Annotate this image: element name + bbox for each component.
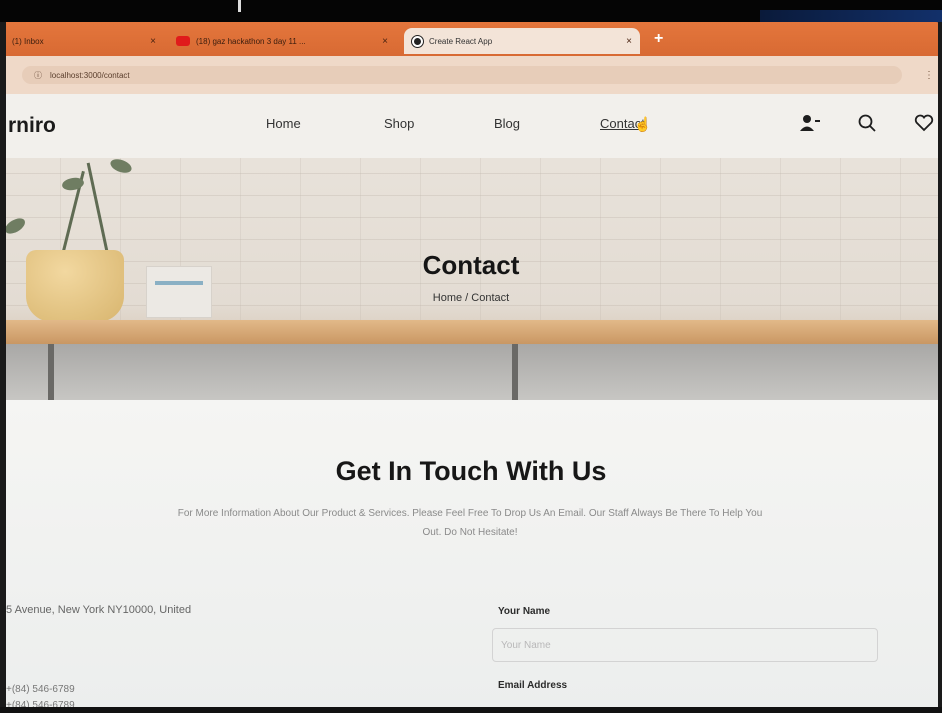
url-field[interactable]: ⓘ localhost:3000/contact — [22, 66, 902, 84]
tab-title: Create React App — [429, 36, 493, 46]
page-title: Contact — [422, 250, 520, 280]
browser-tab-bar: (1) Inbox × (18) gaz hackathon 3 day 11 … — [0, 22, 942, 56]
monitor-bottom-edge — [0, 707, 942, 713]
tab-title: (18) gaz hackathon 3 day 11 ... — [196, 36, 306, 46]
hero-banner: Contact Home / Contact — [0, 158, 942, 400]
monitor-right-edge — [938, 22, 942, 713]
shelf-underside — [0, 344, 942, 400]
browser-tab-react-app[interactable]: Create React App × — [404, 28, 640, 54]
url-text: localhost:3000/contact — [50, 70, 130, 80]
name-label: Your Name — [498, 606, 551, 617]
breadcrumb[interactable]: Home / Contact — [0, 292, 942, 304]
react-icon — [411, 34, 424, 48]
site-navbar: rniro Home Shop Blog Contact ☝ — [0, 94, 942, 158]
extension-icon[interactable]: ⋮ — [924, 70, 934, 81]
close-icon[interactable]: × — [382, 36, 388, 47]
nav-link-shop[interactable]: Shop — [384, 116, 414, 131]
browser-tab-inbox[interactable]: (1) Inbox × — [4, 28, 164, 54]
shelf-leg — [48, 344, 54, 400]
pointer-line — [238, 0, 241, 12]
search-icon[interactable] — [858, 114, 876, 137]
hand-cursor-icon: ☝ — [634, 116, 652, 132]
site-logo[interactable]: rniro — [8, 114, 56, 138]
youtube-icon — [176, 36, 190, 46]
shelf-leg — [512, 344, 518, 400]
close-icon[interactable]: × — [150, 36, 156, 47]
address-text: 5 Avenue, New York NY10000, United — [6, 604, 192, 616]
contact-section: Get In Touch With Us For More Informatio… — [0, 400, 942, 713]
section-subtitle: For More Information About Our Product &… — [177, 508, 763, 538]
heart-icon[interactable] — [914, 114, 934, 137]
browser-address-bar: ⓘ localhost:3000/contact ⋮ — [0, 56, 942, 94]
monitor-left-edge — [0, 22, 6, 713]
close-icon[interactable]: × — [626, 36, 632, 47]
new-tab-button[interactable]: + — [654, 30, 663, 48]
phone-text: +(84) 546-6789 — [6, 684, 75, 695]
nav-link-home[interactable]: Home — [266, 116, 301, 131]
tab-title: (1) Inbox — [12, 36, 44, 46]
user-icon[interactable] — [800, 114, 820, 137]
nav-link-blog[interactable]: Blog — [494, 116, 520, 131]
section-heading: Get In Touch With Us — [335, 456, 607, 486]
wooden-shelf — [0, 320, 942, 344]
email-label: Email Address — [498, 680, 568, 691]
browser-tab-youtube[interactable]: (18) gaz hackathon 3 day 11 ... × — [168, 28, 396, 54]
info-icon: ⓘ — [34, 70, 42, 80]
name-input[interactable] — [492, 628, 878, 662]
